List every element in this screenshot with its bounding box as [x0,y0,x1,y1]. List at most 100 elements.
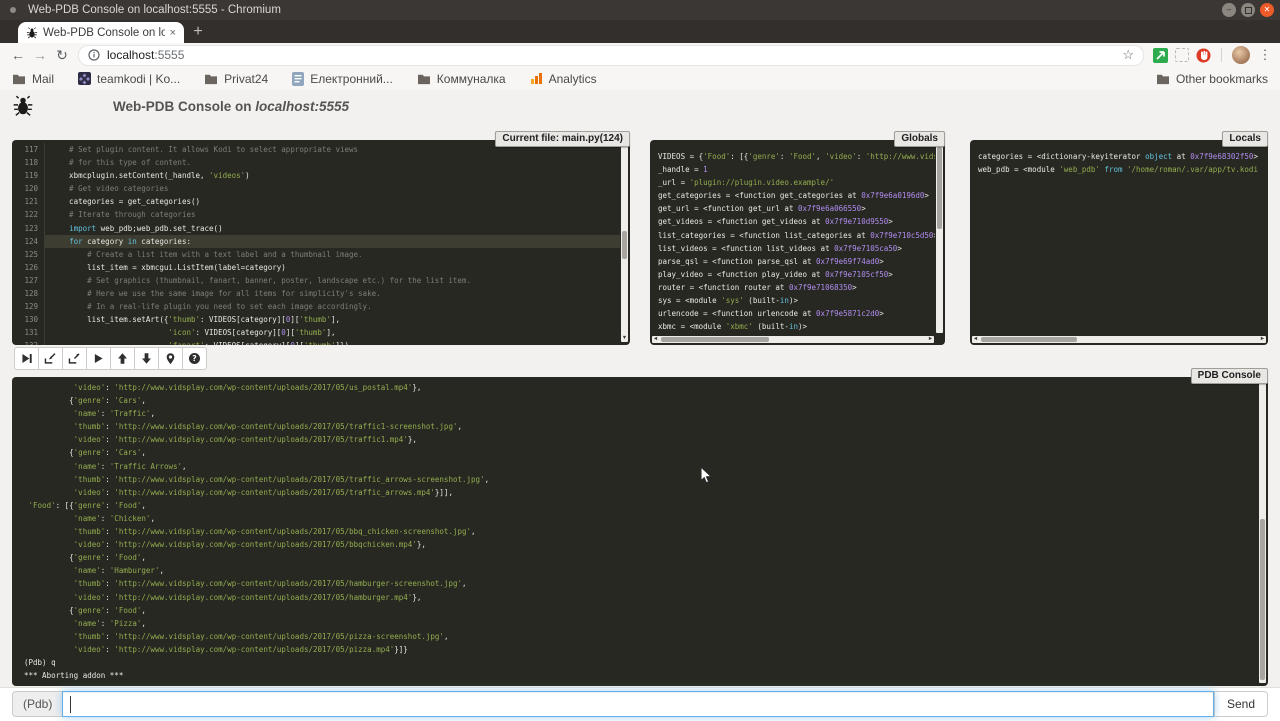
console-line: 'name': 'Chicken', [24,512,1256,525]
variable-line: get_categories = <function get_categorie… [658,189,935,202]
bookmark-item[interactable]: Mail [12,72,54,86]
pdb-console-tab: PDB Console [1191,368,1268,384]
pdb-command-input[interactable] [62,691,1214,717]
console-line: 'Food': [{'genre': 'Food', [24,499,1256,512]
map-marker-icon [164,352,177,365]
code-line: 132 'fanart': VIDEOS[category][0]['thumb… [12,339,620,345]
console-line: 'thumb': 'http://www.vidsplay.com/wp-con… [24,473,1256,486]
console-vertical-scrollbar[interactable] [1259,380,1266,683]
console-line: 'thumb': 'http://www.vidsplay.com/wp-con… [24,420,1256,433]
locals-horizontal-scrollbar[interactable]: ◄ ► [972,336,1266,343]
bookmark-star-icon[interactable]: ☆ [1122,47,1134,63]
step-out-button[interactable] [62,347,87,370]
code-vertical-scrollbar[interactable]: ▼ [621,143,628,342]
console-line: 'video': 'http://www.vidsplay.com/wp-con… [24,433,1256,446]
profile-avatar[interactable] [1232,46,1250,64]
locals-view: categories = <dictionary-keyiterator obj… [978,150,1258,335]
code-line: 126 list_item = xbmcgui.ListItem(label=c… [12,261,620,274]
bookmark-label: Analytics [549,72,597,86]
bookmark-item[interactable]: Privat24 [204,72,268,86]
prompt-bar: (Pdb) Send [0,687,1280,721]
folder-icon [204,73,218,85]
variable-line: list_videos = <function list_videos at 0… [658,242,935,255]
globals-horizontal-scrollbar[interactable]: ◄ ► [652,336,934,343]
console-line: *** Aborting addon *** [24,669,1256,682]
minimize-button[interactable]: – [1222,3,1236,17]
pdb-command-input-field[interactable] [63,692,1229,716]
inactive-extension-icon[interactable] [1175,48,1189,62]
adblock-extension-icon[interactable] [1196,48,1211,63]
bookmark-label: Mail [32,72,54,86]
toolbar-separator [1221,48,1222,62]
debugger-toolbar: ? [14,347,207,370]
folder-icon [417,73,431,85]
maximize-icon [1245,7,1252,14]
continue-button[interactable] [86,347,111,370]
variable-line: router = <function router at 0x7f9e71068… [658,281,935,294]
console-line: 'name': 'Traffic Arrows', [24,460,1256,473]
bookmark-label: Електронний... [310,72,393,86]
up-button[interactable] [110,347,135,370]
arrow-up-icon [116,352,129,365]
current-file-panel: Current file: main.py(124) 117 # Set plu… [12,140,630,345]
where-button[interactable] [158,347,183,370]
globals-view: VIDEOS = {'Food': [{'genre': 'Food', 'vi… [658,150,935,335]
close-button[interactable]: ✕ [1260,3,1274,17]
bookmark-item[interactable]: Analytics [530,72,597,86]
code-line: 129 # In a real-life plugin you need to … [12,300,620,313]
extensions-row: ⋮ [1153,46,1273,64]
console-line: 'video': 'http://www.vidsplay.com/wp-con… [24,591,1256,604]
help-button[interactable]: ? [182,347,207,370]
bookmark-item[interactable]: teamkodi | Ko... [78,72,180,86]
variable-line: play_video = <function play_video at 0x7… [658,268,935,281]
next-button[interactable] [14,347,39,370]
console-line: 'thumb': 'http://www.vidsplay.com/wp-con… [24,630,1256,643]
variable-line: _url = 'plugin://plugin.video.example/' [658,176,935,189]
browser-tab[interactable]: Web-PDB Console on loca × [18,22,184,43]
variable-line: urlencode = <function urlencode at 0x7f9… [658,307,935,320]
variable-line: _handle = 1 [658,163,935,176]
globals-panel: Globals VIDEOS = {'Food': [{'genre': 'Fo… [650,140,945,345]
bookmark-label: Коммуналка [437,72,506,86]
console-line: 'video': 'http://www.vidsplay.com/wp-con… [24,538,1256,551]
green-extension-icon[interactable] [1153,48,1168,63]
address-bar[interactable]: localhost:5555 ☆ [78,45,1144,66]
window-title: Web-PDB Console on localhost:5555 - Chro… [28,4,281,16]
console-line: 'video': 'http://www.vidsplay.com/wp-con… [24,486,1256,499]
bookmark-label: teamkodi | Ko... [97,72,180,86]
tab-title: Web-PDB Console on loca [43,27,165,39]
current-file-tab: Current file: main.py(124) [495,131,630,147]
code-line: 128 # Here we use the same image for all… [12,287,620,300]
window-titlebar[interactable]: Web-PDB Console on localhost:5555 - Chro… [0,0,1280,20]
variable-line: get_videos = <function get_videos at 0x7… [658,215,935,228]
bookmark-item[interactable]: Коммуналка [417,72,506,86]
url-text[interactable]: localhost:5555 [107,48,184,62]
code-view: 117 # Set plugin content. It allows Kodi… [12,143,620,345]
globals-vertical-scrollbar[interactable] [936,143,943,333]
maximize-button[interactable] [1241,3,1255,17]
step-forward-icon [20,352,33,365]
new-tab-button[interactable]: + [184,23,212,41]
console-line: 'video': 'http://www.vidsplay.com/wp-con… [24,381,1256,394]
forward-icon[interactable]: → [29,47,51,63]
step-out-icon [68,352,81,365]
console-line: 'thumb': 'http://www.vidsplay.com/wp-con… [24,525,1256,538]
other-bookmarks-button[interactable]: Other bookmarks [1156,72,1268,86]
tab-close-icon[interactable]: × [170,27,176,39]
bug-icon [26,27,38,39]
code-line: 118 # for this type of content. [12,156,620,169]
folder-icon [12,73,26,85]
code-line: 121 categories = get_categories() [12,195,620,208]
reload-icon[interactable]: ↻ [51,47,73,64]
console-line: 'name': 'Pizza', [24,617,1256,630]
bookmark-item[interactable]: Електронний... [292,72,393,86]
play-icon [92,352,105,365]
question-icon: ? [188,352,201,365]
step-into-button[interactable] [38,347,63,370]
console-line: {'genre': 'Cars', [24,446,1256,459]
down-button[interactable] [134,347,159,370]
info-icon[interactable] [88,49,100,61]
browser-menu-icon[interactable]: ⋮ [1257,47,1273,63]
back-icon[interactable]: ← [7,47,29,63]
locals-tab: Locals [1222,131,1268,147]
